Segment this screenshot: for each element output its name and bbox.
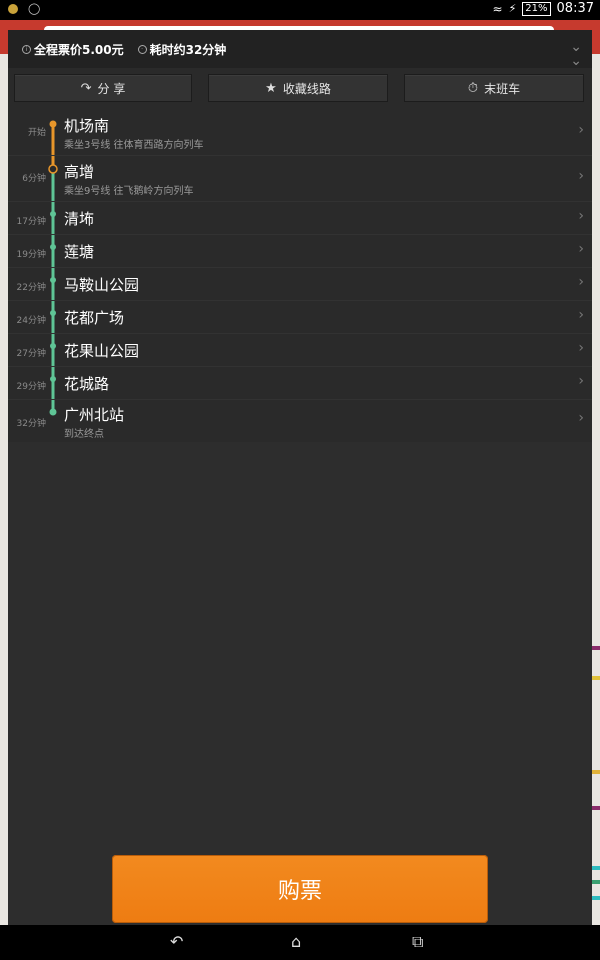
stop-row[interactable]: 27分钟 花果山公园 › <box>8 334 592 367</box>
chevron-right-icon: › <box>578 168 584 184</box>
stop-row[interactable]: 24分钟 花都广场 › <box>8 301 592 334</box>
stop-instruction: 到达终点 <box>64 429 104 440</box>
stop-name: 高增 <box>64 163 95 181</box>
stop-name: 花果山公园 <box>64 342 140 360</box>
stop-instruction: 乘坐9号线 往飞鹅岭方向列车 <box>64 186 194 197</box>
stop-row[interactable]: 17分钟 清㘵 › <box>8 202 592 235</box>
stop-time: 27分钟 <box>16 349 46 359</box>
stop-name: 广州北站 <box>64 406 125 424</box>
stop-time: 32分钟 <box>16 419 46 429</box>
stop-time: 17分钟 <box>16 217 46 227</box>
stop-row[interactable]: 22分钟 马鞍山公园 › <box>8 268 592 301</box>
stop-time: 开始 <box>27 128 46 138</box>
stop-instruction: 乘坐3号线 往体育西路方向列车 <box>64 140 204 151</box>
stop-time: 6分钟 <box>22 174 46 184</box>
stop-row[interactable]: 19分钟 莲塘 › <box>8 235 592 268</box>
chevron-right-icon: › <box>578 307 584 323</box>
buy-ticket-button[interactable]: 购票 <box>112 855 488 923</box>
chevron-right-icon: › <box>578 241 584 257</box>
stop-name: 机场南 <box>64 117 110 135</box>
recent-apps-icon[interactable]: ⧉ <box>412 933 423 951</box>
system-nav-bar: ↶ ⌂ ⧉ <box>0 925 600 960</box>
home-icon[interactable]: ⌂ <box>291 933 301 951</box>
stop-time: 29分钟 <box>16 382 46 392</box>
stop-row[interactable]: 开始 机场南 乘坐3号线 往体育西路方向列车 › <box>8 110 592 156</box>
stop-name: 花城路 <box>64 375 110 393</box>
stop-list: 开始 机场南 乘坐3号线 往体育西路方向列车 › 6分钟 高增 乘坐9号线 往飞… <box>8 110 592 446</box>
stop-name: 莲塘 <box>64 243 95 261</box>
chevron-right-icon: › <box>578 410 584 426</box>
stop-row[interactable]: 6分钟 高增 乘坐9号线 往飞鹅岭方向列车 › <box>8 156 592 202</box>
stop-time: 19分钟 <box>16 250 46 260</box>
stop-name: 花都广场 <box>64 309 125 327</box>
chevron-right-icon: › <box>578 122 584 138</box>
chevron-right-icon: › <box>578 373 584 389</box>
stop-name: 马鞍山公园 <box>64 276 140 294</box>
stop-time: 22分钟 <box>16 283 46 293</box>
stop-row[interactable]: 29分钟 花城路 › <box>8 367 592 400</box>
stop-name: 清㘵 <box>64 210 95 228</box>
chevron-right-icon: › <box>578 208 584 224</box>
stop-row[interactable]: 32分钟 广州北站 到达终点 › <box>8 400 592 446</box>
back-icon[interactable]: ↶ <box>170 933 183 951</box>
stop-time: 24分钟 <box>16 316 46 326</box>
chevron-right-icon: › <box>578 340 584 356</box>
chevron-right-icon: › <box>578 274 584 290</box>
